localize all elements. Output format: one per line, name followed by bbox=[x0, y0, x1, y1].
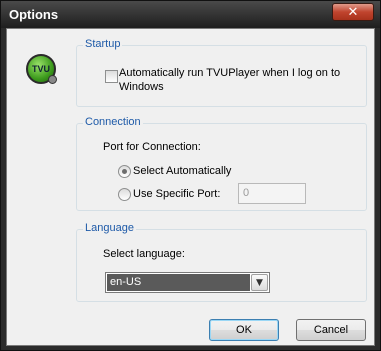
options-dialog: Options ✕ TVU Startup Automatically run … bbox=[0, 0, 381, 351]
connection-group: Connection Port for Connection: Select A… bbox=[76, 116, 367, 211]
select-language-label: Select language: bbox=[103, 248, 185, 260]
chevron-down-icon[interactable]: ▼ bbox=[251, 274, 268, 291]
autorun-label[interactable]: Automatically run TVUPlayer when I log o… bbox=[119, 66, 359, 94]
port-for-connection-label: Port for Connection: bbox=[103, 141, 201, 153]
window-title: Options bbox=[9, 7, 59, 22]
cancel-button[interactable]: Cancel bbox=[296, 319, 366, 341]
title-bar[interactable]: Options ✕ bbox=[1, 1, 380, 28]
logo-text: TVU bbox=[32, 64, 50, 74]
select-automatically-radio[interactable] bbox=[118, 165, 131, 178]
ok-button[interactable]: OK bbox=[209, 319, 279, 341]
tvu-logo-icon: TVU bbox=[26, 54, 57, 84]
language-group: Language Select language: en-US ▼ bbox=[76, 222, 367, 302]
language-legend: Language bbox=[83, 222, 136, 234]
close-button[interactable]: ✕ bbox=[332, 3, 374, 21]
connection-legend: Connection bbox=[83, 116, 143, 128]
use-specific-port-label[interactable]: Use Specific Port: bbox=[133, 188, 220, 200]
language-select[interactable]: en-US ▼ bbox=[105, 272, 270, 293]
autorun-checkbox[interactable] bbox=[105, 70, 118, 83]
port-input[interactable]: 0 bbox=[238, 183, 306, 204]
dialog-body: TVU Startup Automatically run TVUPlayer … bbox=[6, 28, 375, 346]
language-select-value: en-US bbox=[107, 274, 250, 291]
close-icon: ✕ bbox=[347, 4, 359, 20]
use-specific-port-radio[interactable] bbox=[118, 188, 131, 201]
logo-badge bbox=[48, 75, 57, 84]
startup-legend: Startup bbox=[83, 38, 123, 50]
startup-group: Startup Automatically run TVUPlayer when… bbox=[76, 38, 367, 107]
select-automatically-label[interactable]: Select Automatically bbox=[133, 165, 231, 177]
